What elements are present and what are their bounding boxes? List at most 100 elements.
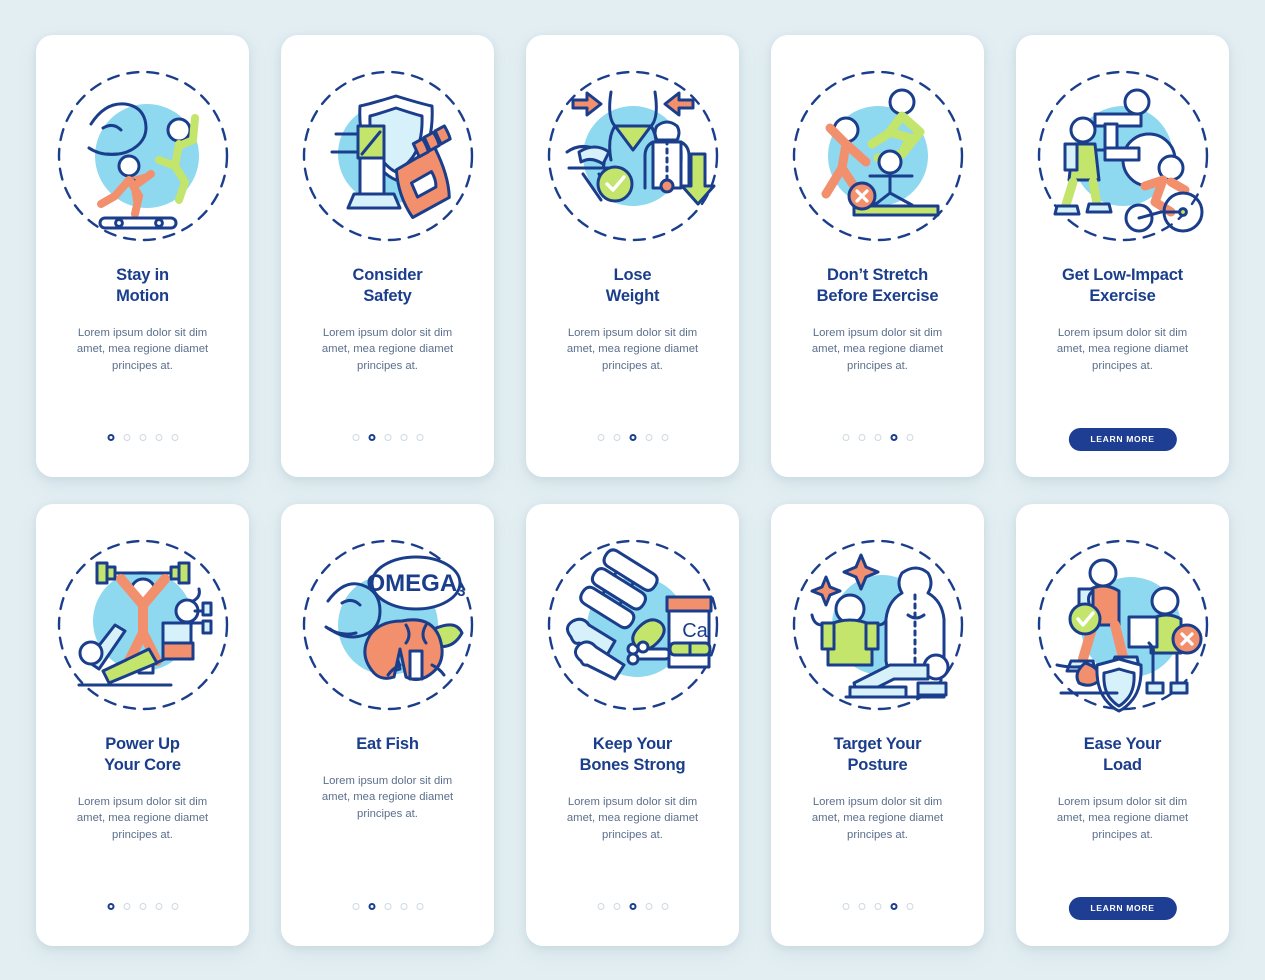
spine-bones-calcium-bottle-icon-illustration: Ca (547, 539, 718, 710)
pagination-dot[interactable] (613, 433, 620, 441)
pagination-dot[interactable] (416, 433, 423, 441)
pagination-dot-active[interactable] (629, 433, 636, 441)
card-description: Lorem ipsum dolor sit dim amet, mea regi… (321, 774, 454, 820)
pagination-dots (842, 902, 913, 910)
pagination-dot[interactable] (906, 902, 913, 910)
pagination-dot[interactable] (597, 433, 604, 441)
onboarding-card-lose-weight: Lose Weight Lorem ipsum dolor sit dim am… (526, 34, 739, 477)
pagination-dot-active[interactable] (368, 433, 375, 441)
illustration-area: Ca (526, 504, 739, 732)
pagination-dot[interactable] (858, 902, 865, 910)
pagination-dot-active[interactable] (368, 902, 375, 910)
card-title: Stay in Motion (116, 265, 169, 305)
pagination-dot-active[interactable] (890, 902, 897, 910)
illustration-area (36, 35, 249, 263)
card-title: Consider Safety (352, 265, 423, 305)
card-description: Lorem ipsum dolor sit dim amet, mea regi… (811, 326, 944, 372)
pagination-dot[interactable] (874, 433, 881, 441)
pagination-dot[interactable] (139, 433, 146, 441)
illustration-area (281, 35, 494, 263)
card-description: Lorem ipsum dolor sit dim amet, mea regi… (811, 795, 944, 841)
illustration-area (771, 35, 984, 263)
walker-swimmer-cyclist-icon-illustration (1037, 70, 1208, 241)
card-title: Power Up Your Core (104, 734, 181, 774)
pagination-dot[interactable] (613, 902, 620, 910)
pagination-dot[interactable] (645, 433, 652, 441)
learn-more-button[interactable]: LEARN MORE (1068, 896, 1177, 920)
backpack-lifting-shield-icon-illustration (1037, 539, 1208, 712)
pagination-dot[interactable] (384, 902, 391, 910)
onboarding-card-consider-safety: Consider Safety Lorem ipsum dolor sit di… (281, 34, 494, 477)
pagination-dot-active[interactable] (629, 902, 636, 910)
pagination-dots (107, 902, 178, 910)
pagination-dot[interactable] (352, 902, 359, 910)
pagination-dot[interactable] (906, 433, 913, 441)
pagination-dot[interactable] (155, 433, 162, 441)
pagination-dot[interactable] (139, 902, 146, 910)
card-title: Keep Your Bones Strong (579, 734, 686, 774)
pagination-dot[interactable] (874, 902, 881, 910)
card-title: Don’t Stretch Before Exercise (816, 265, 939, 305)
pagination-dot-active[interactable] (107, 902, 114, 910)
pagination-dot[interactable] (400, 433, 407, 441)
runner-muscle-treadmill-icon-illustration (57, 70, 228, 241)
card-description: Lorem ipsum dolor sit dim amet, mea regi… (76, 326, 209, 372)
card-description: Lorem ipsum dolor sit dim amet, mea regi… (566, 326, 699, 372)
pagination-dots (352, 433, 423, 441)
card-description: Lorem ipsum dolor sit dim amet, mea regi… (321, 326, 454, 372)
card-description: Lorem ipsum dolor sit dim amet, mea regi… (1056, 326, 1189, 372)
card-description: Lorem ipsum dolor sit dim amet, mea regi… (76, 795, 209, 841)
pagination-dot[interactable] (171, 433, 178, 441)
pagination-dot-active[interactable] (890, 433, 897, 441)
onboarding-card-keep-your-bones-strong: Ca Keep Your Bones Strong Lorem ipsum do… (526, 503, 739, 946)
pagination-dot[interactable] (645, 902, 652, 910)
pagination-dot[interactable] (123, 433, 130, 441)
pagination-dot[interactable] (416, 902, 423, 910)
card-title: Target Your Posture (833, 734, 922, 774)
pagination-dot[interactable] (597, 902, 604, 910)
pagination-dots (352, 902, 423, 910)
pagination-dot[interactable] (155, 902, 162, 910)
card-title: Lose Weight (605, 265, 660, 305)
onboarding-card-get-low-impact-exercise: Get Low-Impact Exercise Lorem ipsum dolo… (1016, 34, 1229, 477)
pagination-dot[interactable] (842, 433, 849, 441)
illustration-area (1016, 35, 1229, 263)
onboarding-card-target-your-posture: Target Your Posture Lorem ipsum dolor si… (771, 503, 984, 946)
pagination-dots (597, 433, 668, 441)
learn-more-button[interactable]: LEARN MORE (1068, 427, 1177, 451)
card-description: Lorem ipsum dolor sit dim amet, mea regi… (1056, 795, 1189, 841)
pagination-dot-active[interactable] (107, 433, 114, 441)
pagination-dots (597, 902, 668, 910)
illustration-area (1016, 504, 1229, 732)
pagination-dot[interactable] (661, 433, 668, 441)
onboarding-card-eat-fish: OMEGA3 Eat Fish Lorem ipsum dolor sit di… (281, 503, 494, 946)
pagination-dot[interactable] (171, 902, 178, 910)
shield-kneepad-glove-icon-illustration (302, 70, 473, 241)
pagination-dot[interactable] (858, 433, 865, 441)
pagination-dot[interactable] (123, 902, 130, 910)
illustration-area: OMEGA3 (281, 504, 494, 732)
pagination-dot[interactable] (352, 433, 359, 441)
pagination-dots (107, 433, 178, 441)
onboarding-card-dont-stretch-before-exercise: Don’t Stretch Before Exercise Lorem ipsu… (771, 34, 984, 477)
posture-spine-plank-icon-illustration (792, 539, 963, 710)
omega3-salmon-arm-icon-illustration: OMEGA3 (302, 539, 473, 710)
onboarding-screens-board: Stay in Motion Lorem ipsum dolor sit dim… (0, 0, 1265, 980)
illustration-area (771, 504, 984, 732)
calcium-label: Ca (682, 620, 708, 642)
pagination-dot[interactable] (384, 433, 391, 441)
onboarding-card-ease-your-load: Ease Your Load Lorem ipsum dolor sit dim… (1016, 503, 1229, 946)
illustration-area (36, 504, 249, 732)
pagination-dots (842, 433, 913, 441)
stretching-figures-forbidden-icon-illustration (792, 70, 963, 241)
waist-arrows-body-scale-icon-illustration (547, 70, 718, 241)
card-title: Get Low-Impact Exercise (1062, 265, 1183, 305)
onboarding-card-power-up-your-core: Power Up Your Core Lorem ipsum dolor sit… (36, 503, 249, 946)
pagination-dot[interactable] (842, 902, 849, 910)
card-title: Eat Fish (356, 734, 419, 753)
pagination-dot[interactable] (661, 902, 668, 910)
barbell-dumbbell-bench-icon-illustration (57, 539, 228, 710)
pagination-dot[interactable] (400, 902, 407, 910)
illustration-area (526, 35, 739, 263)
omega3-label: OMEGA3 (366, 570, 465, 600)
